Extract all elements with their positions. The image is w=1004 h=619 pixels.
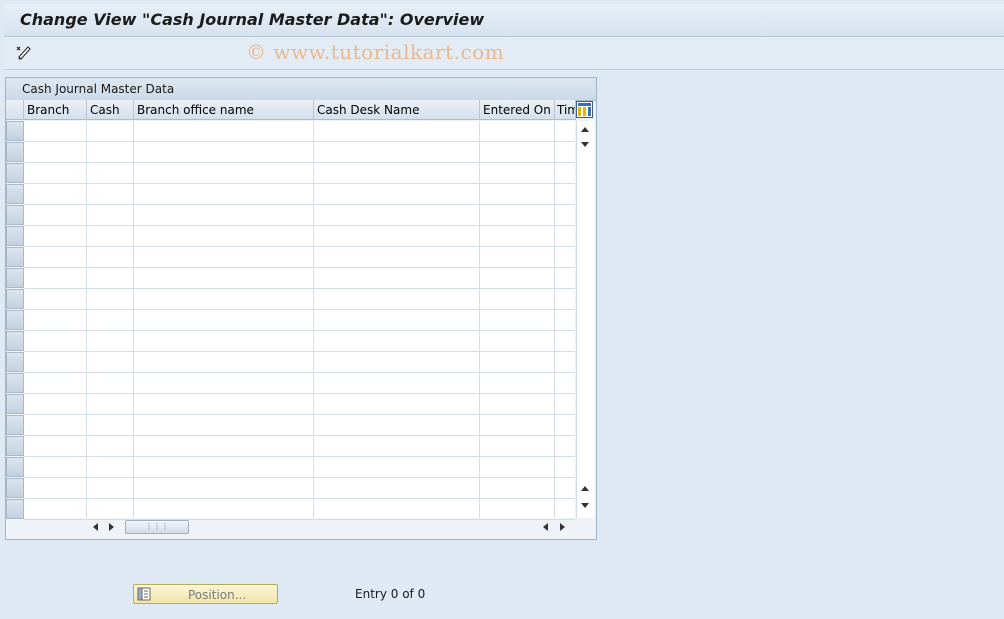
- position-button-label: Position...: [188, 588, 247, 602]
- row-selector[interactable]: [6, 394, 24, 414]
- vertical-scrollbar[interactable]: [576, 121, 594, 518]
- horizontal-scroll-thumb[interactable]: ⋮⋮⋮: [125, 520, 189, 534]
- column-divider: [554, 121, 555, 518]
- display-change-pencil-icon: [16, 46, 31, 60]
- row-selector[interactable]: [6, 268, 24, 288]
- column-header-cash[interactable]: Cash: [87, 100, 134, 120]
- column-divider: [313, 121, 314, 518]
- row-selector[interactable]: [6, 289, 24, 309]
- row-selector[interactable]: [6, 373, 24, 393]
- column-header-branch[interactable]: Branch: [24, 100, 87, 120]
- table-row: [24, 372, 575, 373]
- scroll-down-icon[interactable]: [580, 502, 590, 510]
- table-row: [24, 288, 575, 289]
- table-row: [24, 393, 575, 394]
- scroll-down-icon[interactable]: [580, 141, 590, 149]
- table-row: [24, 183, 575, 184]
- title-bar: Change View "Cash Journal Master Data": …: [4, 4, 1004, 37]
- row-selector[interactable]: [6, 457, 24, 477]
- table-row: [24, 351, 575, 352]
- row-selector[interactable]: [6, 163, 24, 183]
- row-selector[interactable]: [6, 478, 24, 498]
- select-all-corner[interactable]: [6, 100, 24, 120]
- table-row: [24, 330, 575, 331]
- row-selector[interactable]: [6, 184, 24, 204]
- table-row: [24, 309, 575, 310]
- display-change-button[interactable]: [14, 42, 36, 62]
- position-icon: [137, 587, 151, 601]
- row-selector[interactable]: [6, 415, 24, 435]
- row-selector[interactable]: [6, 142, 24, 162]
- column-divider: [479, 121, 480, 518]
- table-row: [24, 246, 575, 247]
- table-row: [24, 414, 575, 415]
- column-divider: [86, 121, 87, 518]
- row-selector[interactable]: [6, 436, 24, 456]
- scroll-left-icon[interactable]: [541, 522, 549, 532]
- table-row: [24, 162, 575, 163]
- table-row: [24, 225, 575, 226]
- table-row: [24, 267, 575, 268]
- table-row: [24, 141, 575, 142]
- column-header-entered-on[interactable]: Entered On: [480, 100, 555, 120]
- row-selector[interactable]: [6, 499, 24, 519]
- row-selector[interactable]: [6, 205, 24, 225]
- row-selector[interactable]: [6, 247, 24, 267]
- window-title: Change View "Cash Journal Master Data": …: [20, 10, 485, 29]
- row-selector[interactable]: [6, 331, 24, 351]
- table-row: [24, 435, 575, 436]
- entry-counter: Entry 0 of 0: [355, 587, 426, 601]
- table-row: [24, 477, 575, 478]
- row-selector[interactable]: [6, 352, 24, 372]
- column-header-cash-desk-name[interactable]: Cash Desk Name: [314, 100, 480, 120]
- row-selector[interactable]: [6, 310, 24, 330]
- scroll-left-icon[interactable]: [91, 522, 99, 532]
- row-selector[interactable]: [6, 226, 24, 246]
- column-divider: [133, 121, 134, 518]
- column-header-branch-office-name[interactable]: Branch office name: [134, 100, 314, 120]
- column-header-time[interactable]: Tim: [555, 100, 576, 120]
- table-row: [24, 204, 575, 205]
- table-body[interactable]: [24, 121, 575, 518]
- table-configuration-icon: [576, 101, 593, 118]
- scroll-up-icon[interactable]: [580, 125, 590, 133]
- table-row: [24, 456, 575, 457]
- watermark: © www.tutorialkart.com: [246, 40, 505, 64]
- row-selector[interactable]: [6, 121, 24, 141]
- table-settings-button[interactable]: [576, 101, 593, 121]
- position-button[interactable]: Position...: [133, 584, 278, 604]
- scroll-right-icon[interactable]: [559, 522, 567, 532]
- scroll-right-icon[interactable]: [108, 522, 116, 532]
- panel-title-bar: Cash Journal Master Data: [6, 78, 596, 101]
- panel-title: Cash Journal Master Data: [22, 82, 175, 96]
- scroll-up-icon[interactable]: [580, 484, 590, 492]
- table-row: [24, 498, 575, 499]
